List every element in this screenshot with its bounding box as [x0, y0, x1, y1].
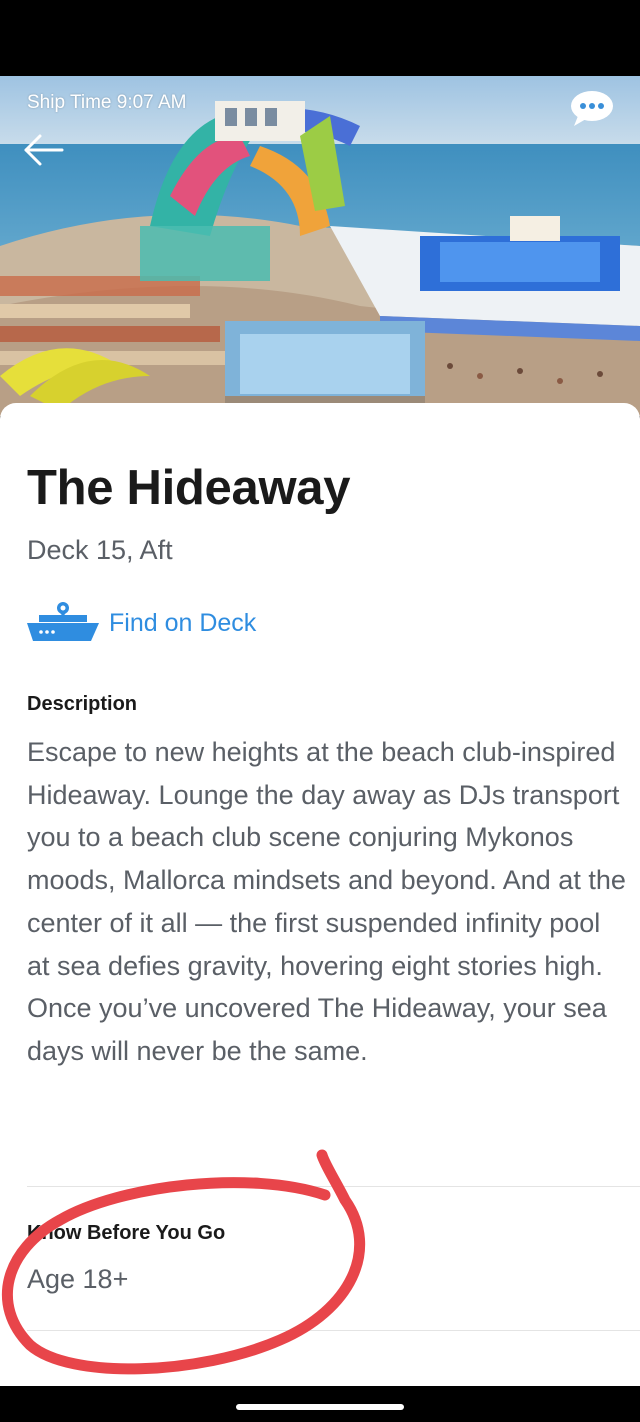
venue-title: The Hideaway	[27, 461, 351, 515]
hero-image	[0, 76, 640, 416]
ship-location-icon	[27, 602, 99, 641]
divider	[27, 1330, 640, 1331]
divider	[27, 1186, 640, 1187]
chat-bubble-icon	[571, 91, 613, 126]
arrow-left-icon	[24, 134, 64, 166]
know-before-you-go-heading: Know Before You Go	[27, 1222, 226, 1244]
top-black-bar	[0, 0, 640, 76]
back-button[interactable]	[20, 128, 68, 172]
find-on-deck-link[interactable]: Find on Deck	[25, 600, 256, 646]
venue-location: Deck 15, Aft	[27, 535, 173, 565]
description-heading: Description	[27, 693, 138, 715]
age-requirement: Age 18+	[27, 1264, 129, 1294]
ship-time: Ship Time 9:07 AM	[27, 92, 187, 113]
description-text: Escape to new heights at the beach club-…	[27, 737, 626, 1066]
find-on-deck-label: Find on Deck	[109, 608, 257, 637]
chat-button[interactable]	[568, 88, 616, 128]
home-indicator[interactable]	[236, 1404, 404, 1410]
